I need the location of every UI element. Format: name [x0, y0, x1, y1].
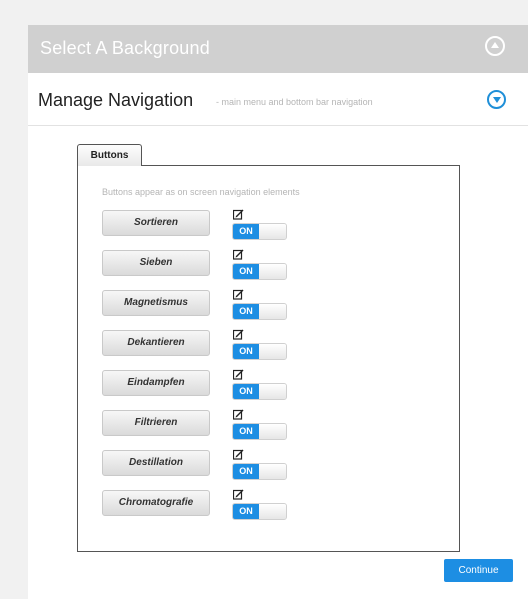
manage-navigation-title: Manage Navigation	[38, 90, 194, 110]
visibility-toggle[interactable]: ON	[232, 383, 287, 400]
toggle-on-label: ON	[233, 264, 259, 279]
toggle-on-label: ON	[233, 384, 259, 399]
expand-up-icon[interactable]	[485, 36, 505, 56]
visibility-toggle[interactable]: ON	[232, 343, 287, 360]
toggle-on-label: ON	[233, 504, 259, 519]
nav-button-dekantieren[interactable]: Dekantieren	[102, 330, 210, 356]
toggle-knob	[259, 424, 286, 439]
visibility-toggle[interactable]: ON	[232, 303, 287, 320]
collapse-down-icon[interactable]	[487, 90, 506, 109]
toggle-on-label: ON	[233, 224, 259, 239]
toggle-knob	[259, 504, 286, 519]
nav-button-chromatografie[interactable]: Chromatografie	[102, 490, 210, 516]
toggle-knob	[259, 264, 286, 279]
nav-item-row: Dekantieren ON	[102, 329, 402, 362]
toggle-on-label: ON	[233, 304, 259, 319]
tab-buttons[interactable]: Buttons	[77, 144, 142, 166]
manage-navigation-header[interactable]: Manage Navigation - main menu and bottom…	[28, 73, 528, 126]
nav-button-filtrieren[interactable]: Filtrieren	[102, 410, 210, 436]
select-background-title: Select A Background	[40, 38, 210, 58]
visibility-toggle[interactable]: ON	[232, 463, 287, 480]
buttons-hint: Buttons appear as on screen navigation e…	[102, 187, 300, 197]
nav-item-row: Destillation ON	[102, 449, 402, 482]
toggle-on-label: ON	[233, 464, 259, 479]
visibility-toggle[interactable]: ON	[232, 503, 287, 520]
settings-panel: Select A Background Manage Navigation - …	[28, 25, 528, 599]
visibility-toggle[interactable]: ON	[232, 423, 287, 440]
nav-button-magnetismus[interactable]: Magnetismus	[102, 290, 210, 316]
edit-icon[interactable]	[233, 289, 244, 300]
buttons-tab-panel: Buttons appear as on screen navigation e…	[77, 165, 460, 552]
toggle-knob	[259, 344, 286, 359]
nav-button-destillation[interactable]: Destillation	[102, 450, 210, 476]
toggle-knob	[259, 224, 286, 239]
edit-icon[interactable]	[233, 409, 244, 420]
visibility-toggle[interactable]: ON	[232, 223, 287, 240]
nav-item-row: Eindampfen ON	[102, 369, 402, 402]
toggle-knob	[259, 304, 286, 319]
nav-item-row: Filtrieren ON	[102, 409, 402, 442]
nav-item-row: Sortieren ON	[102, 209, 402, 242]
toggle-knob	[259, 464, 286, 479]
edit-icon[interactable]	[233, 489, 244, 500]
nav-button-eindampfen[interactable]: Eindampfen	[102, 370, 210, 396]
edit-icon[interactable]	[233, 249, 244, 260]
manage-navigation-subtitle: - main menu and bottom bar navigation	[216, 97, 373, 107]
nav-item-row: Sieben ON	[102, 249, 402, 282]
nav-button-sortieren[interactable]: Sortieren	[102, 210, 210, 236]
toggle-on-label: ON	[233, 344, 259, 359]
edit-icon[interactable]	[233, 329, 244, 340]
toggle-on-label: ON	[233, 424, 259, 439]
continue-button[interactable]: Continue	[444, 559, 513, 582]
select-background-header[interactable]: Select A Background	[28, 25, 528, 73]
toggle-knob	[259, 384, 286, 399]
nav-button-sieben[interactable]: Sieben	[102, 250, 210, 276]
edit-icon[interactable]	[233, 449, 244, 460]
edit-icon[interactable]	[233, 369, 244, 380]
visibility-toggle[interactable]: ON	[232, 263, 287, 280]
edit-icon[interactable]	[233, 209, 244, 220]
nav-item-row: Chromatografie ON	[102, 489, 402, 522]
nav-item-row: Magnetismus ON	[102, 289, 402, 322]
